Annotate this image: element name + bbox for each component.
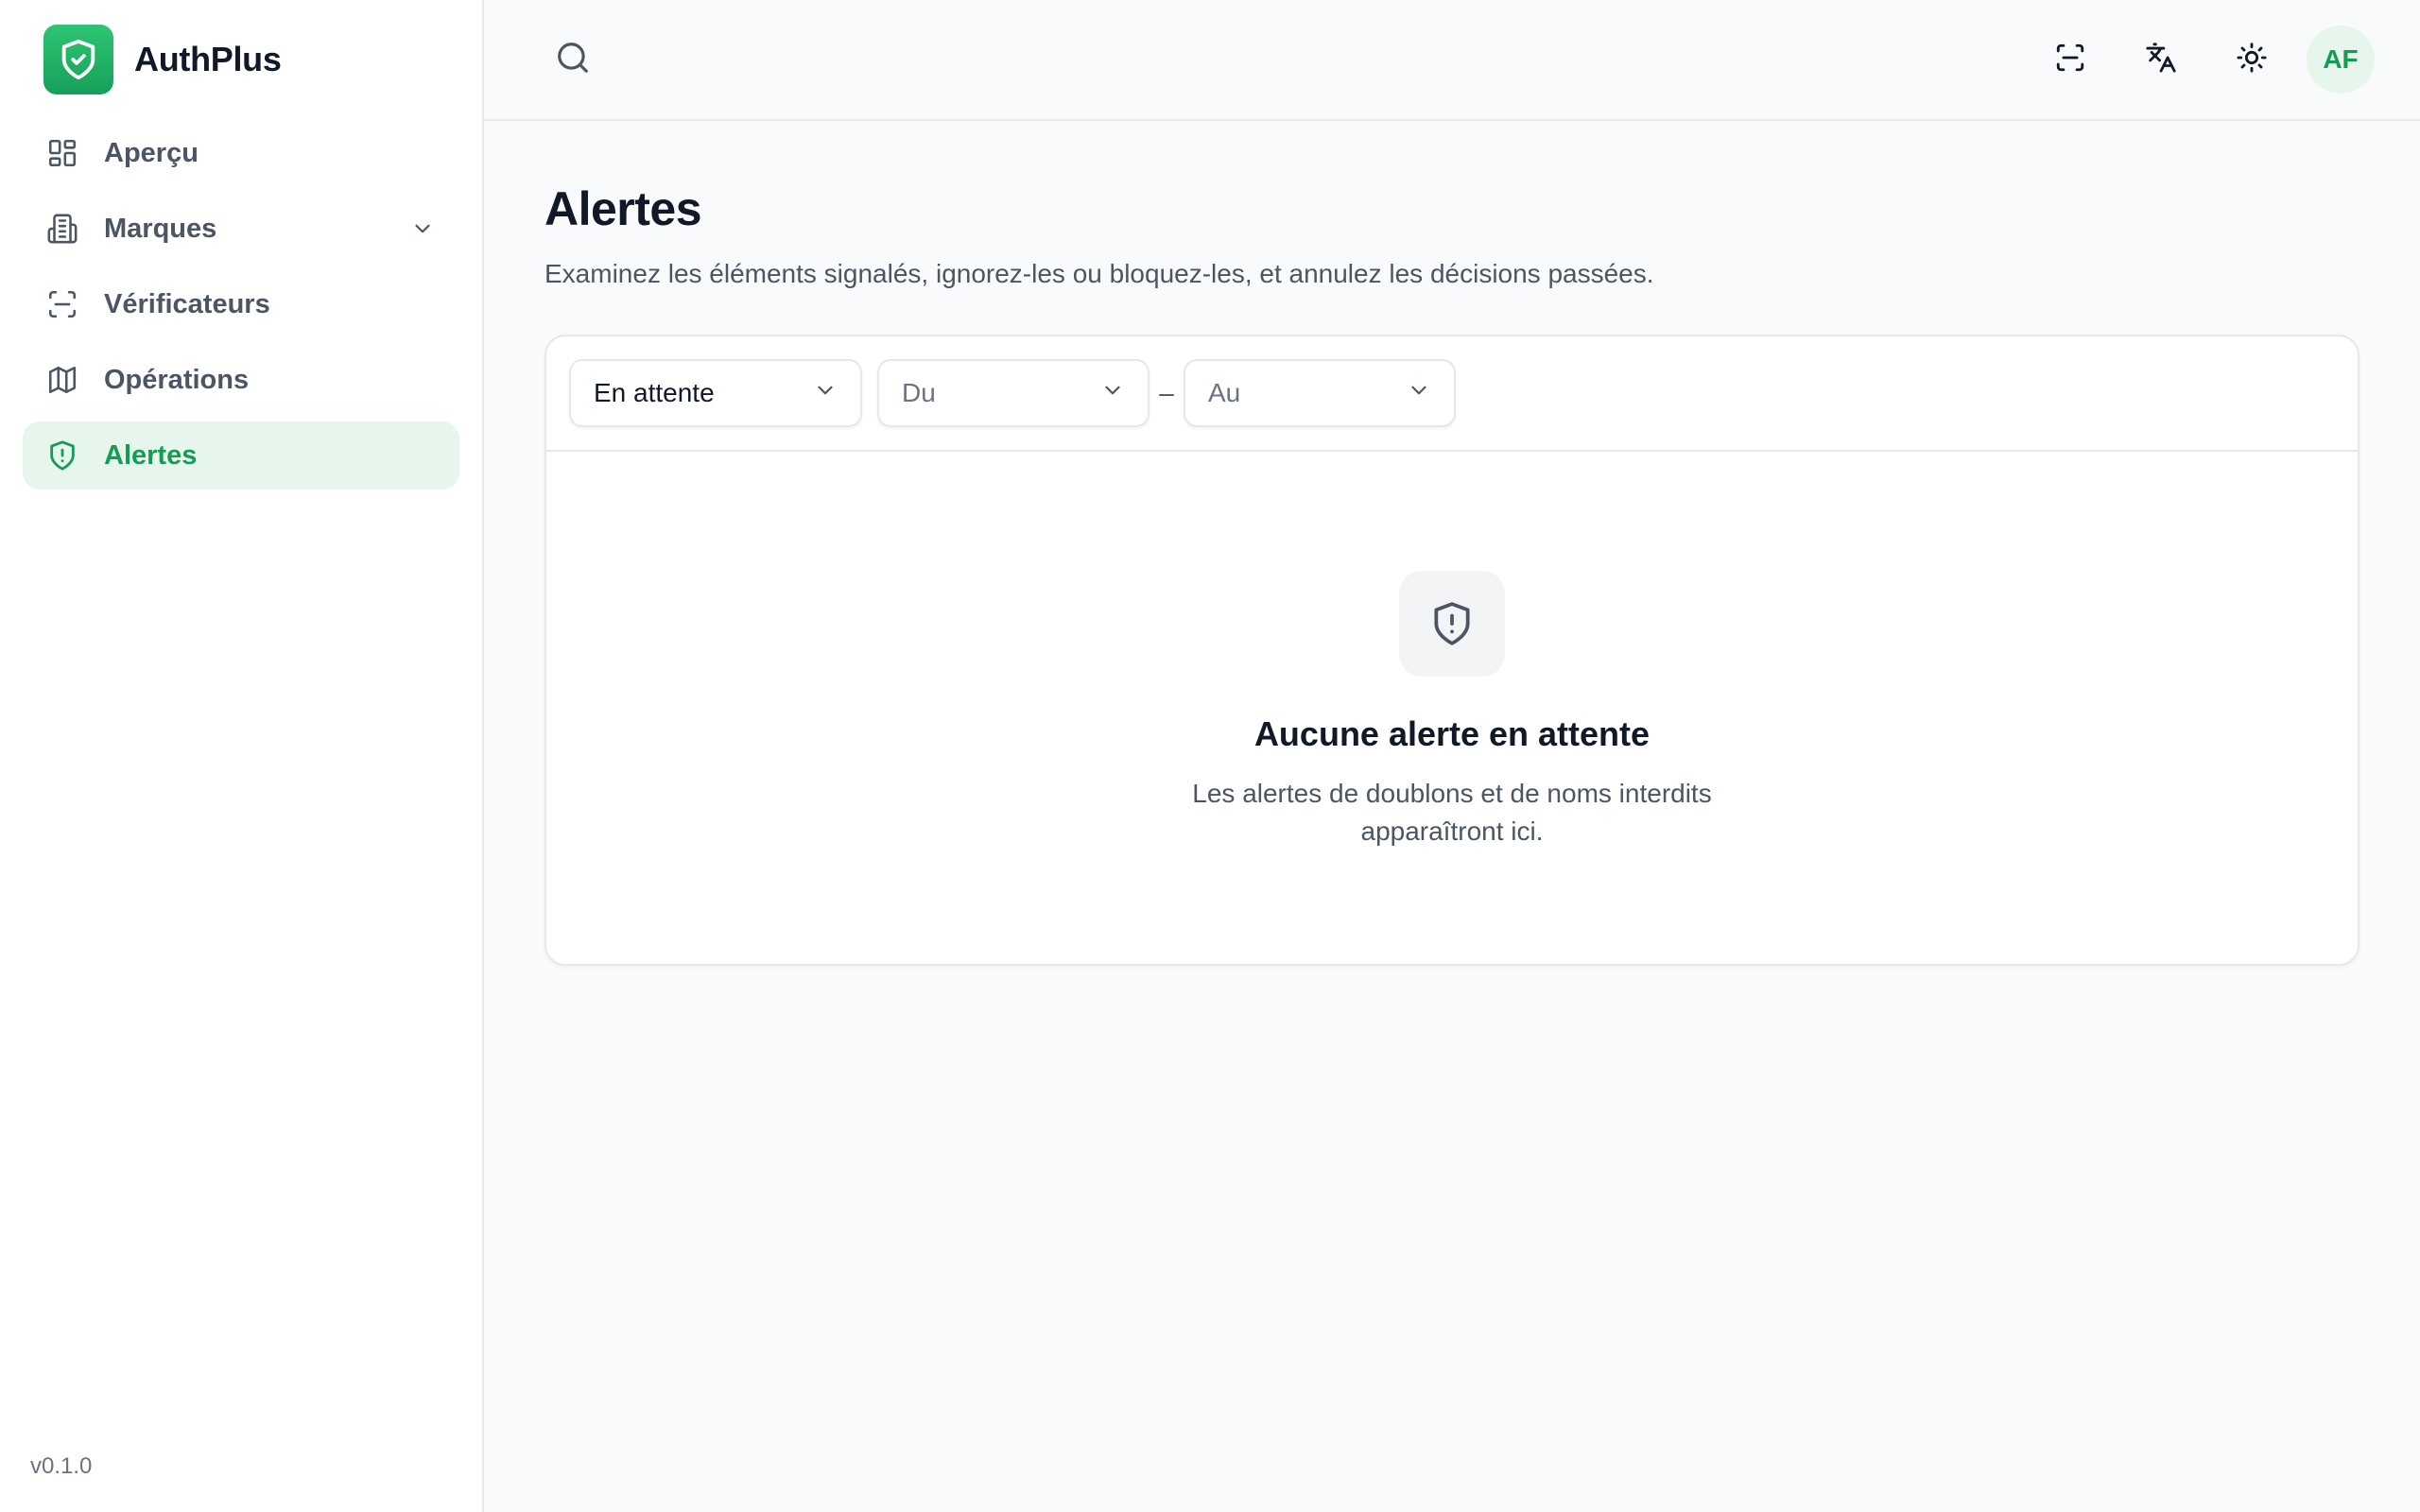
sidebar-item-verificateurs[interactable]: Vérificateurs (23, 270, 459, 338)
filters-bar: En attente Du – Au (546, 336, 2358, 452)
page-subtitle: Examinez les éléments signalés, ignorez-… (544, 259, 1654, 288)
status-select[interactable]: En attente (569, 359, 862, 427)
language-button[interactable] (2131, 29, 2191, 90)
sidebar-item-label: Alertes (104, 439, 198, 471)
sidebar: AuthPlus Aperçu Marques Vérificateurs Op… (0, 0, 484, 1512)
empty-state-title: Aucune alerte en attente (1253, 714, 1651, 753)
sidebar-item-operations[interactable]: Opérations (23, 346, 459, 414)
avatar[interactable]: AF (2307, 26, 2375, 94)
theme-toggle-button[interactable] (2221, 29, 2282, 90)
sidebar-item-label: Vérificateurs (104, 288, 270, 319)
date-from-select[interactable]: Du (877, 359, 1150, 427)
sidebar-item-label: Marques (104, 213, 217, 244)
shield-alert-icon (45, 438, 79, 472)
date-range-separator: – (1159, 378, 1174, 407)
page-content: Alertes Examinez les éléments signalés, … (484, 121, 2420, 966)
app-name: AuthPlus (134, 40, 282, 78)
sidebar-item-label: Opérations (104, 364, 250, 395)
search-button[interactable] (543, 29, 603, 90)
shield-alert-icon (1399, 571, 1505, 677)
main-area: AF Alertes Examinez les éléments signalé… (484, 0, 2420, 1512)
sidebar-item-alertes[interactable]: Alertes (23, 421, 459, 490)
map-icon (45, 363, 79, 397)
chevron-down-icon (1407, 378, 1431, 409)
topbar: AF (484, 0, 2420, 121)
app-root: AuthPlus Aperçu Marques Vérificateurs Op… (0, 0, 2420, 1512)
building-icon (45, 212, 79, 246)
chevron-down-icon[interactable] (408, 215, 437, 243)
date-to-select[interactable]: Au (1184, 359, 1456, 427)
sidebar-item-marques[interactable]: Marques (23, 195, 459, 263)
scan-icon (2054, 42, 2086, 78)
status-select-value: En attente (594, 378, 715, 407)
empty-state-text: Les alertes de doublons et de noms inter… (1192, 779, 1712, 846)
brand[interactable]: AuthPlus (0, 0, 482, 119)
page-title: Alertes (544, 182, 702, 235)
scan-button[interactable] (2040, 29, 2100, 90)
sun-icon (2236, 42, 2268, 78)
chevron-down-icon (1100, 378, 1125, 409)
sidebar-nav: Aperçu Marques Vérificateurs Opérations … (0, 119, 482, 490)
translate-icon (2145, 42, 2177, 78)
shield-check-logo-icon (43, 25, 113, 94)
scan-icon (45, 287, 79, 321)
app-version: v0.1.0 (30, 1453, 93, 1479)
date-from-placeholder: Du (902, 378, 936, 407)
alerts-card: En attente Du – Au Aucune alerte en atte… (544, 335, 2360, 966)
search-icon (555, 40, 591, 80)
empty-state: Aucune alerte en attente Les alertes de … (546, 452, 2358, 850)
layout-grid-icon (45, 136, 79, 170)
sidebar-item-label: Aperçu (104, 137, 199, 168)
sidebar-item-apercu[interactable]: Aperçu (23, 119, 459, 187)
date-to-placeholder: Au (1208, 378, 1241, 407)
chevron-down-icon (813, 378, 838, 409)
